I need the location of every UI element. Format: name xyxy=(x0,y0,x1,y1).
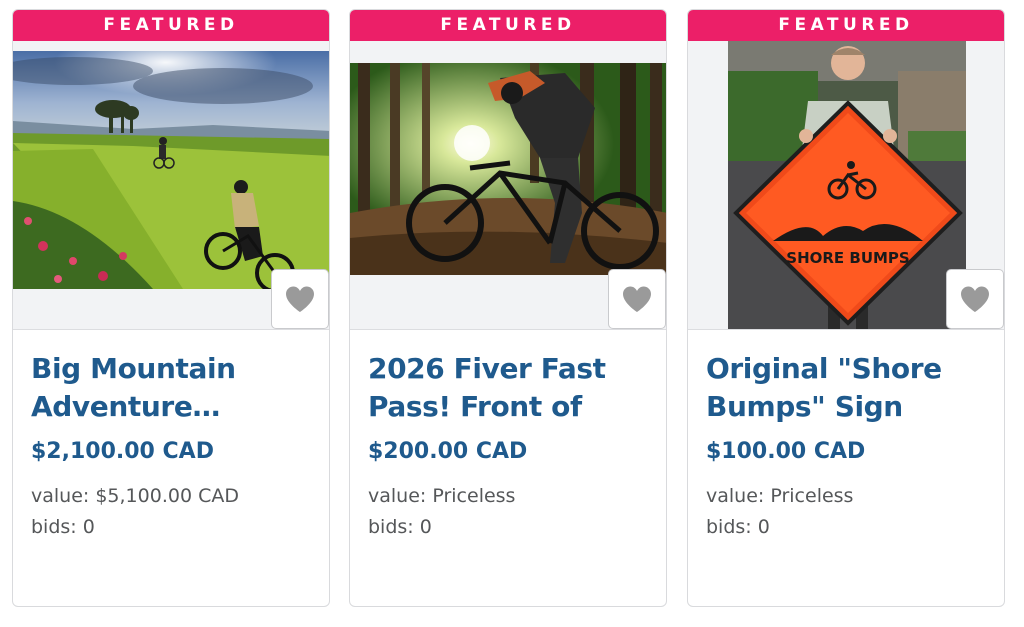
item-title[interactable]: Original "Shore Bumps" Sign xyxy=(706,350,986,426)
featured-badge: FEATURED xyxy=(13,10,329,41)
bid-count: bids: 0 xyxy=(31,516,95,538)
favorite-button[interactable] xyxy=(271,269,329,329)
item-image-area[interactable] xyxy=(13,41,329,330)
favorite-button[interactable] xyxy=(946,269,1004,329)
heart-icon xyxy=(286,286,314,312)
current-price: $200.00 CAD xyxy=(368,439,528,464)
auction-card[interactable]: FEATURED SHORE BUMPS Original "Shore Bum… xyxy=(687,9,1005,607)
sign-text: SHORE BUMPS xyxy=(786,249,909,267)
auction-card[interactable]: FEATURED xyxy=(12,9,330,607)
bid-count: bids: 0 xyxy=(706,516,770,538)
current-price: $100.00 CAD xyxy=(706,439,866,464)
item-image-area[interactable]: SHORE BUMPS xyxy=(688,41,1004,330)
item-value: value: Priceless xyxy=(368,485,516,507)
heart-icon xyxy=(961,286,989,312)
current-price: $2,100.00 CAD xyxy=(31,439,214,464)
featured-badge: FEATURED xyxy=(350,10,666,41)
item-photo[interactable]: SHORE BUMPS xyxy=(728,41,966,329)
item-title[interactable]: 2026 Fiver Fast Pass! Front of the… xyxy=(368,350,648,426)
item-photo[interactable] xyxy=(350,63,667,275)
item-value: value: Priceless xyxy=(706,485,854,507)
heart-icon xyxy=(623,286,651,312)
item-title[interactable]: Big Mountain Adventure… xyxy=(31,350,311,426)
favorite-button[interactable] xyxy=(608,269,666,329)
bid-count: bids: 0 xyxy=(368,516,432,538)
auction-card[interactable]: FEATURED xyxy=(349,9,667,607)
item-image-area[interactable] xyxy=(350,41,666,330)
item-photo[interactable] xyxy=(13,51,330,289)
item-value: value: $5,100.00 CAD xyxy=(31,485,239,507)
featured-badge: FEATURED xyxy=(688,10,1004,41)
